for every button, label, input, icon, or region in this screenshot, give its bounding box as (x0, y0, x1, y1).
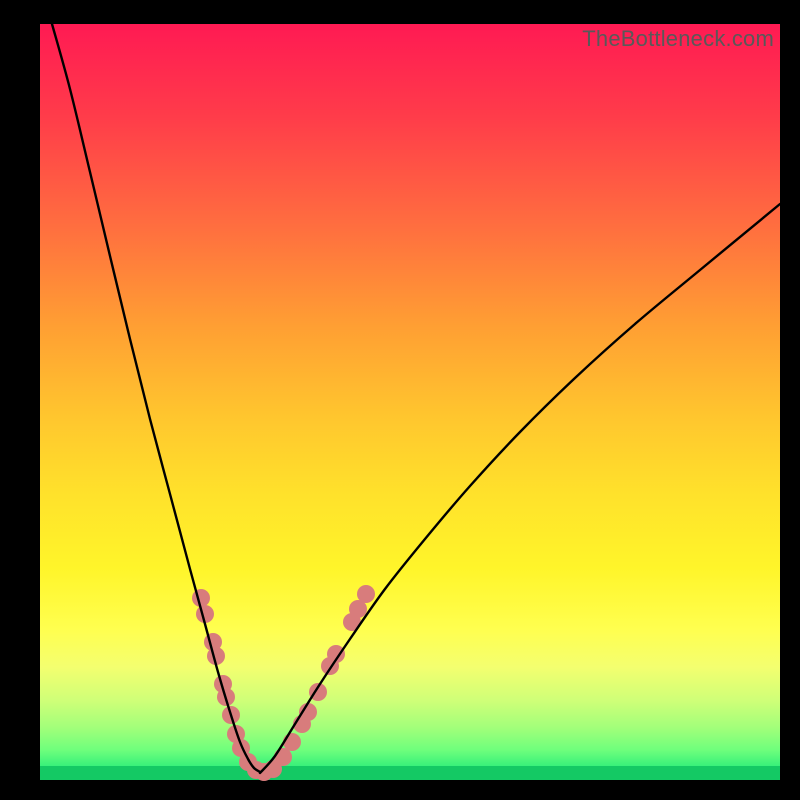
chart-svg (40, 24, 780, 780)
valley-dot (274, 748, 292, 766)
valley-dot (192, 589, 210, 607)
chart-stage: TheBottleneck.com (0, 0, 800, 800)
valley-dot (283, 733, 301, 751)
left-curve (52, 24, 260, 772)
valley-dot (357, 585, 375, 603)
plot-area: TheBottleneck.com (40, 24, 780, 780)
valley-dots-group (192, 585, 375, 781)
right-curve (260, 204, 780, 773)
